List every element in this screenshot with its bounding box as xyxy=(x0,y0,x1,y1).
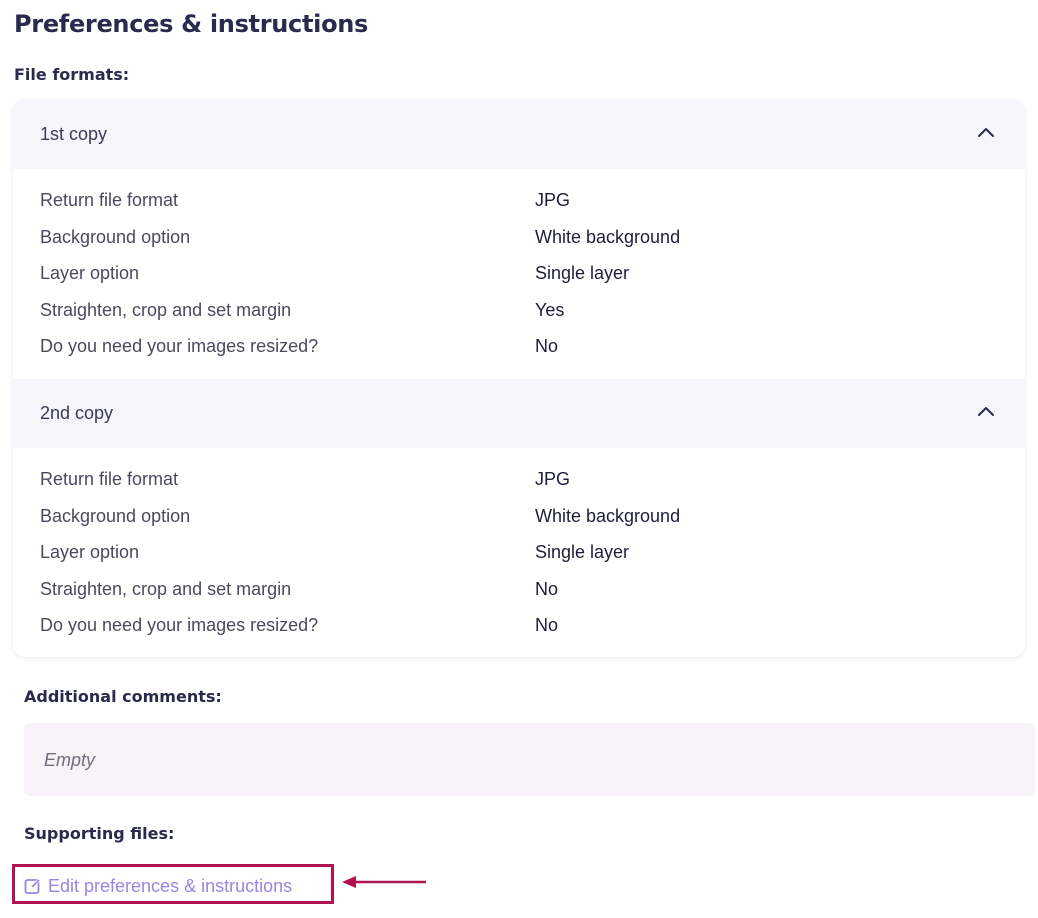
copy-2-rows: Return file format JPG Background option… xyxy=(40,467,1000,650)
row-label: Do you need your images resized? xyxy=(40,615,319,636)
row-label: Layer option xyxy=(40,263,140,284)
detail-row: Return file format JPG xyxy=(40,467,1000,504)
row-value: White background xyxy=(535,226,681,247)
row-label: Background option xyxy=(40,505,191,526)
row-value: Yes xyxy=(535,299,565,320)
row-label: Do you need your images resized? xyxy=(40,336,319,357)
detail-row: Layer option Single layer xyxy=(40,540,1000,577)
chevron-up-icon[interactable] xyxy=(977,405,995,417)
edit-icon xyxy=(24,878,41,894)
detail-row: Straighten, crop and set margin Yes xyxy=(40,298,1000,335)
row-label: Background option xyxy=(40,226,191,247)
row-label: Straighten, crop and set margin xyxy=(40,578,292,599)
file-formats-label: File formats: xyxy=(14,65,130,84)
additional-comments-label: Additional comments: xyxy=(24,687,222,706)
copy-1-header[interactable]: 1st copy xyxy=(13,100,1025,169)
additional-comments-box: Empty xyxy=(24,723,1035,796)
row-value: No xyxy=(535,336,559,357)
row-label: Layer option xyxy=(40,542,140,563)
row-value: Single layer xyxy=(535,542,630,563)
row-value: JPG xyxy=(535,469,571,489)
copy-2-title: 2nd copy xyxy=(40,403,114,423)
detail-row: Do you need your images resized? No xyxy=(40,613,1000,650)
file-formats-card: 1st copy Return file format JPG Backgrou… xyxy=(13,100,1025,657)
edit-preferences-link[interactable]: Edit preferences & instructions xyxy=(24,874,292,898)
row-label: Return file format xyxy=(40,469,179,489)
copy-1-title: 1st copy xyxy=(40,124,108,144)
detail-row: Layer option Single layer xyxy=(40,261,1000,298)
chevron-up-icon[interactable] xyxy=(977,126,995,138)
copy-2-header[interactable]: 2nd copy xyxy=(13,379,1025,448)
row-value: White background xyxy=(535,505,681,526)
detail-row: Do you need your images resized? No xyxy=(40,334,1000,371)
copy-section-1: 1st copy Return file format JPG Backgrou… xyxy=(13,100,1025,379)
row-value: No xyxy=(535,578,559,599)
row-label: Return file format xyxy=(40,190,179,210)
pointer-arrow-icon xyxy=(342,876,426,888)
detail-row: Straighten, crop and set margin No xyxy=(40,577,1000,614)
row-value: JPG xyxy=(535,190,571,210)
detail-row: Background option White background xyxy=(40,225,1000,262)
detail-row: Background option White background xyxy=(40,504,1000,541)
supporting-files-label: Supporting files: xyxy=(24,824,175,843)
page-title: Preferences & instructions xyxy=(14,10,369,38)
additional-comments-value: Empty xyxy=(44,750,96,770)
copy-1-rows: Return file format JPG Background option… xyxy=(40,188,1000,371)
row-value: Single layer xyxy=(535,263,630,284)
row-value: No xyxy=(535,615,559,636)
detail-row: Return file format JPG xyxy=(40,188,1000,225)
edit-preferences-label: Edit preferences & instructions xyxy=(48,876,293,896)
row-label: Straighten, crop and set margin xyxy=(40,299,292,320)
copy-section-2: 2nd copy Return file format JPG Backgrou… xyxy=(13,379,1025,657)
